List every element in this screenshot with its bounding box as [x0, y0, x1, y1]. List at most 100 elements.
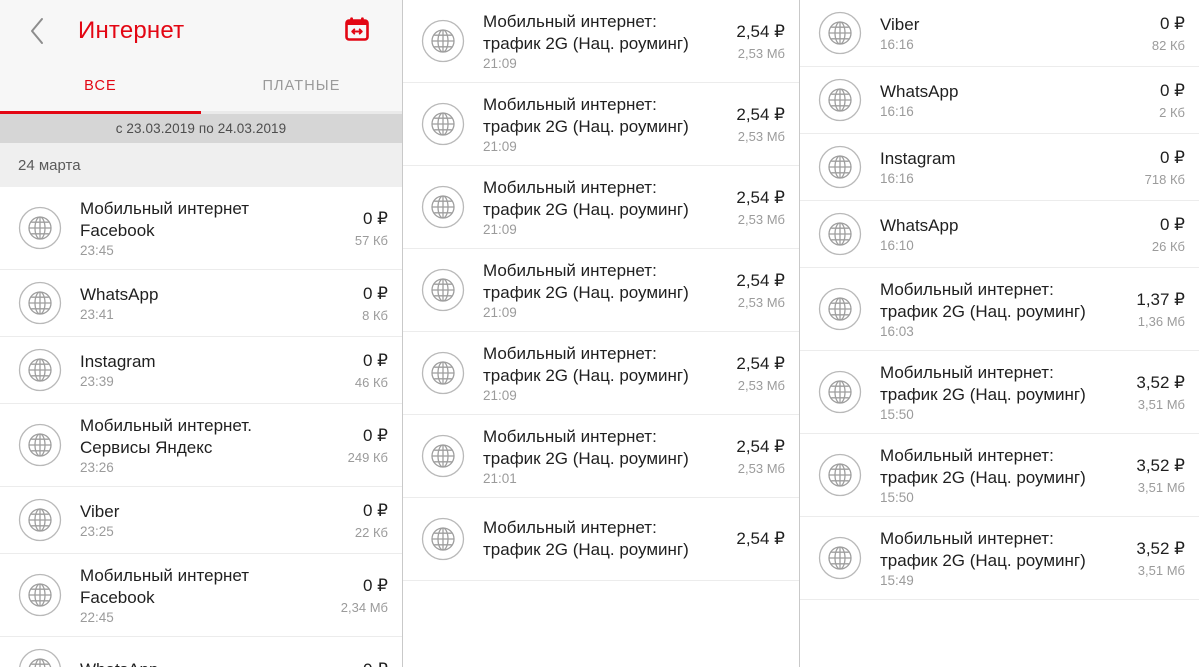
- transaction-price: 2,54 ₽: [736, 436, 785, 456]
- transaction-row[interactable]: WhatsApp 16:10 0 ₽ 26 Кб: [800, 201, 1199, 268]
- transaction-amounts: 0 ₽: [314, 660, 388, 667]
- transaction-size: 249 Кб: [347, 449, 388, 465]
- transaction-size: 2,53 Мб: [737, 128, 785, 144]
- transaction-price: 2,54 ₽: [736, 104, 785, 124]
- transaction-title: Мобильный интернет: трафик 2G (Нац. роум…: [483, 11, 689, 53]
- transaction-price: 0 ₽: [363, 425, 388, 445]
- section-header-label: 24 марта: [18, 156, 81, 174]
- transaction-amounts: 2,54 ₽ 2,53 Мб: [711, 271, 785, 310]
- transaction-size: 57 Кб: [354, 232, 388, 248]
- transaction-amounts: 0 ₽ 57 Кб: [314, 209, 388, 248]
- calendar-range-icon: [344, 16, 370, 47]
- column-middle: Мобильный интернет: трафик 2G (Нац. роум…: [403, 0, 800, 667]
- transaction-title: Мобильный интернет: трафик 2G (Нац. роум…: [483, 343, 689, 385]
- transaction-body: WhatsApp 23:41: [80, 274, 314, 333]
- transaction-row[interactable]: Мобильный интернет: трафик 2G (Нац. роум…: [403, 83, 799, 166]
- transaction-time: 23:25: [80, 524, 114, 540]
- transaction-row[interactable]: Viber 16:16 0 ₽ 82 Кб: [800, 0, 1199, 67]
- transaction-body: Мобильный интернет Facebook 23:45: [80, 188, 314, 269]
- transaction-price: 0 ₽: [363, 283, 388, 303]
- column-right: Viber 16:16 0 ₽ 82 Кб WhatsApp 16:16 0 ₽ 2 Кб In…: [800, 0, 1199, 667]
- transaction-size: 2 Кб: [1159, 104, 1185, 120]
- transaction-row[interactable]: Мобильный интернет: трафик 2G (Нац. роум…: [800, 268, 1199, 351]
- transaction-row[interactable]: Viber 23:25 0 ₽ 22 Кб: [0, 487, 402, 554]
- transaction-amounts: 2,54 ₽ 2,53 Мб: [711, 354, 785, 393]
- date-range-band[interactable]: с 23.03.2019 по 24.03.2019: [0, 114, 402, 143]
- transaction-title: WhatsApp: [880, 215, 959, 235]
- transaction-amounts: 1,37 ₽ 1,36 Мб: [1111, 290, 1185, 329]
- transaction-price: 1,37 ₽: [1136, 289, 1185, 309]
- transaction-amounts: 3,52 ₽ 3,51 Мб: [1111, 456, 1185, 495]
- transaction-row[interactable]: Мобильный интернет: трафик 2G (Нац. роум…: [403, 166, 799, 249]
- transaction-price: 2,54 ₽: [736, 270, 785, 290]
- transaction-row[interactable]: WhatsApp 23:41 0 ₽ 8 Кб: [0, 270, 402, 337]
- transaction-row[interactable]: Мобильный интернет: трафик 2G (Нац. роум…: [800, 434, 1199, 517]
- transaction-row[interactable]: Мобильный интернет: трафик 2G (Нац. роум…: [403, 498, 799, 581]
- transaction-body: Мобильный интернет. Сервисы Яндекс 23:26: [80, 405, 314, 486]
- transaction-title: Instagram: [880, 148, 956, 168]
- back-button[interactable]: [22, 14, 52, 48]
- transaction-row[interactable]: Мобильный интернет: трафик 2G (Нац. роум…: [800, 351, 1199, 434]
- column-left: Интернет ВСЕ ПЛАТНЫЕ с 23.03.2019 по 24.…: [0, 0, 403, 667]
- transaction-row[interactable]: Мобильный интернет Facebook 22:45 0 ₽ 2,34 …: [0, 554, 402, 637]
- transaction-row[interactable]: Мобильный интернет: трафик 2G (Нац. роум…: [403, 332, 799, 415]
- globe-icon: [14, 419, 66, 471]
- calendar-range-button[interactable]: [340, 14, 374, 48]
- date-range-label: с 23.03.2019 по 24.03.2019: [115, 121, 287, 136]
- transaction-time: 16:16: [880, 37, 914, 53]
- transaction-amounts: 0 ₽ 2 Кб: [1111, 81, 1185, 120]
- transaction-size: 82 Кб: [1151, 37, 1185, 53]
- globe-icon: [14, 494, 66, 546]
- transaction-title: Viber: [880, 14, 920, 34]
- globe-icon: [417, 347, 469, 399]
- transaction-amounts: 3,52 ₽ 3,51 Мб: [1111, 539, 1185, 578]
- transaction-list-middle: Мобильный интернет: трафик 2G (Нац. роум…: [403, 0, 799, 581]
- transaction-row[interactable]: Мобильный интернет. Сервисы Яндекс 23:26 0…: [0, 404, 402, 487]
- transaction-body: Мобильный интернет: трафик 2G (Нац. роум…: [880, 352, 1111, 433]
- transaction-row[interactable]: Мобильный интернет: трафик 2G (Нац. роум…: [403, 249, 799, 332]
- transaction-body: Мобильный интернет: трафик 2G (Нац. роум…: [880, 269, 1111, 350]
- transaction-row[interactable]: Instagram 23:39 0 ₽ 46 Кб: [0, 337, 402, 404]
- transaction-list-right: Viber 16:16 0 ₽ 82 Кб WhatsApp 16:16 0 ₽ 2 Кб In…: [800, 0, 1199, 600]
- transaction-price: 0 ₽: [363, 208, 388, 228]
- transaction-row[interactable]: Мобильный интернет Facebook 23:45 0 ₽ 57 Кб: [0, 187, 402, 270]
- transaction-size: 3,51 Мб: [1137, 396, 1185, 412]
- transaction-row[interactable]: Мобильный интернет: трафик 2G (Нац. роум…: [800, 517, 1199, 600]
- transaction-title: Мобильный интернет Facebook: [80, 198, 250, 240]
- globe-icon: [417, 264, 469, 316]
- transaction-body: Viber 23:25: [80, 491, 314, 550]
- globe-icon: [14, 202, 66, 254]
- transaction-list-left: Мобильный интернет Facebook 23:45 0 ₽ 57 Кб…: [0, 187, 402, 667]
- transaction-amounts: 2,54 ₽: [711, 529, 785, 549]
- app-screen: Интернет ВСЕ ПЛАТНЫЕ с 23.03.2019 по 24.…: [0, 0, 1200, 667]
- globe-icon: [814, 532, 866, 584]
- transaction-body: Мобильный интернет: трафик 2G (Нац. роум…: [880, 518, 1111, 599]
- tab-paid[interactable]: ПЛАТНЫЕ: [201, 62, 402, 114]
- transaction-body: Instagram 23:39: [80, 341, 314, 400]
- transaction-body: Мобильный интернет: трафик 2G (Нац. роум…: [483, 333, 711, 414]
- transaction-time: 23:39: [80, 374, 114, 390]
- transaction-row[interactable]: WhatsApp 16:16 0 ₽ 2 Кб: [800, 67, 1199, 134]
- transaction-body: WhatsApp: [80, 649, 314, 667]
- transaction-time: 21:09: [483, 56, 517, 72]
- transaction-body: WhatsApp 16:10: [880, 205, 1111, 264]
- tab-bar: ВСЕ ПЛАТНЫЕ: [0, 62, 402, 114]
- transaction-amounts: 2,54 ₽ 2,53 Мб: [711, 188, 785, 227]
- transaction-title: Мобильный интернет: трафик 2G (Нац. роум…: [880, 362, 1086, 404]
- transaction-size: 2,53 Мб: [737, 460, 785, 476]
- section-header: 24 марта: [0, 143, 402, 187]
- tab-all[interactable]: ВСЕ: [0, 62, 201, 114]
- transaction-body: Viber 16:16: [880, 4, 1111, 63]
- transaction-row[interactable]: Instagram 16:16 0 ₽ 718 Кб: [800, 134, 1199, 201]
- transaction-title: Мобильный интернет Facebook: [80, 565, 250, 607]
- transaction-size: 3,51 Мб: [1137, 562, 1185, 578]
- transaction-time: 23:45: [80, 243, 114, 259]
- transaction-row[interactable]: Мобильный интернет: трафик 2G (Нац. роум…: [403, 0, 799, 83]
- globe-icon: [417, 181, 469, 233]
- transaction-row[interactable]: Мобильный интернет: трафик 2G (Нац. роум…: [403, 415, 799, 498]
- transaction-row[interactable]: WhatsApp 0 ₽: [0, 637, 402, 667]
- transaction-title: Viber: [80, 501, 120, 521]
- globe-icon: [417, 98, 469, 150]
- page-title: Интернет: [78, 17, 185, 44]
- globe-icon: [814, 283, 866, 335]
